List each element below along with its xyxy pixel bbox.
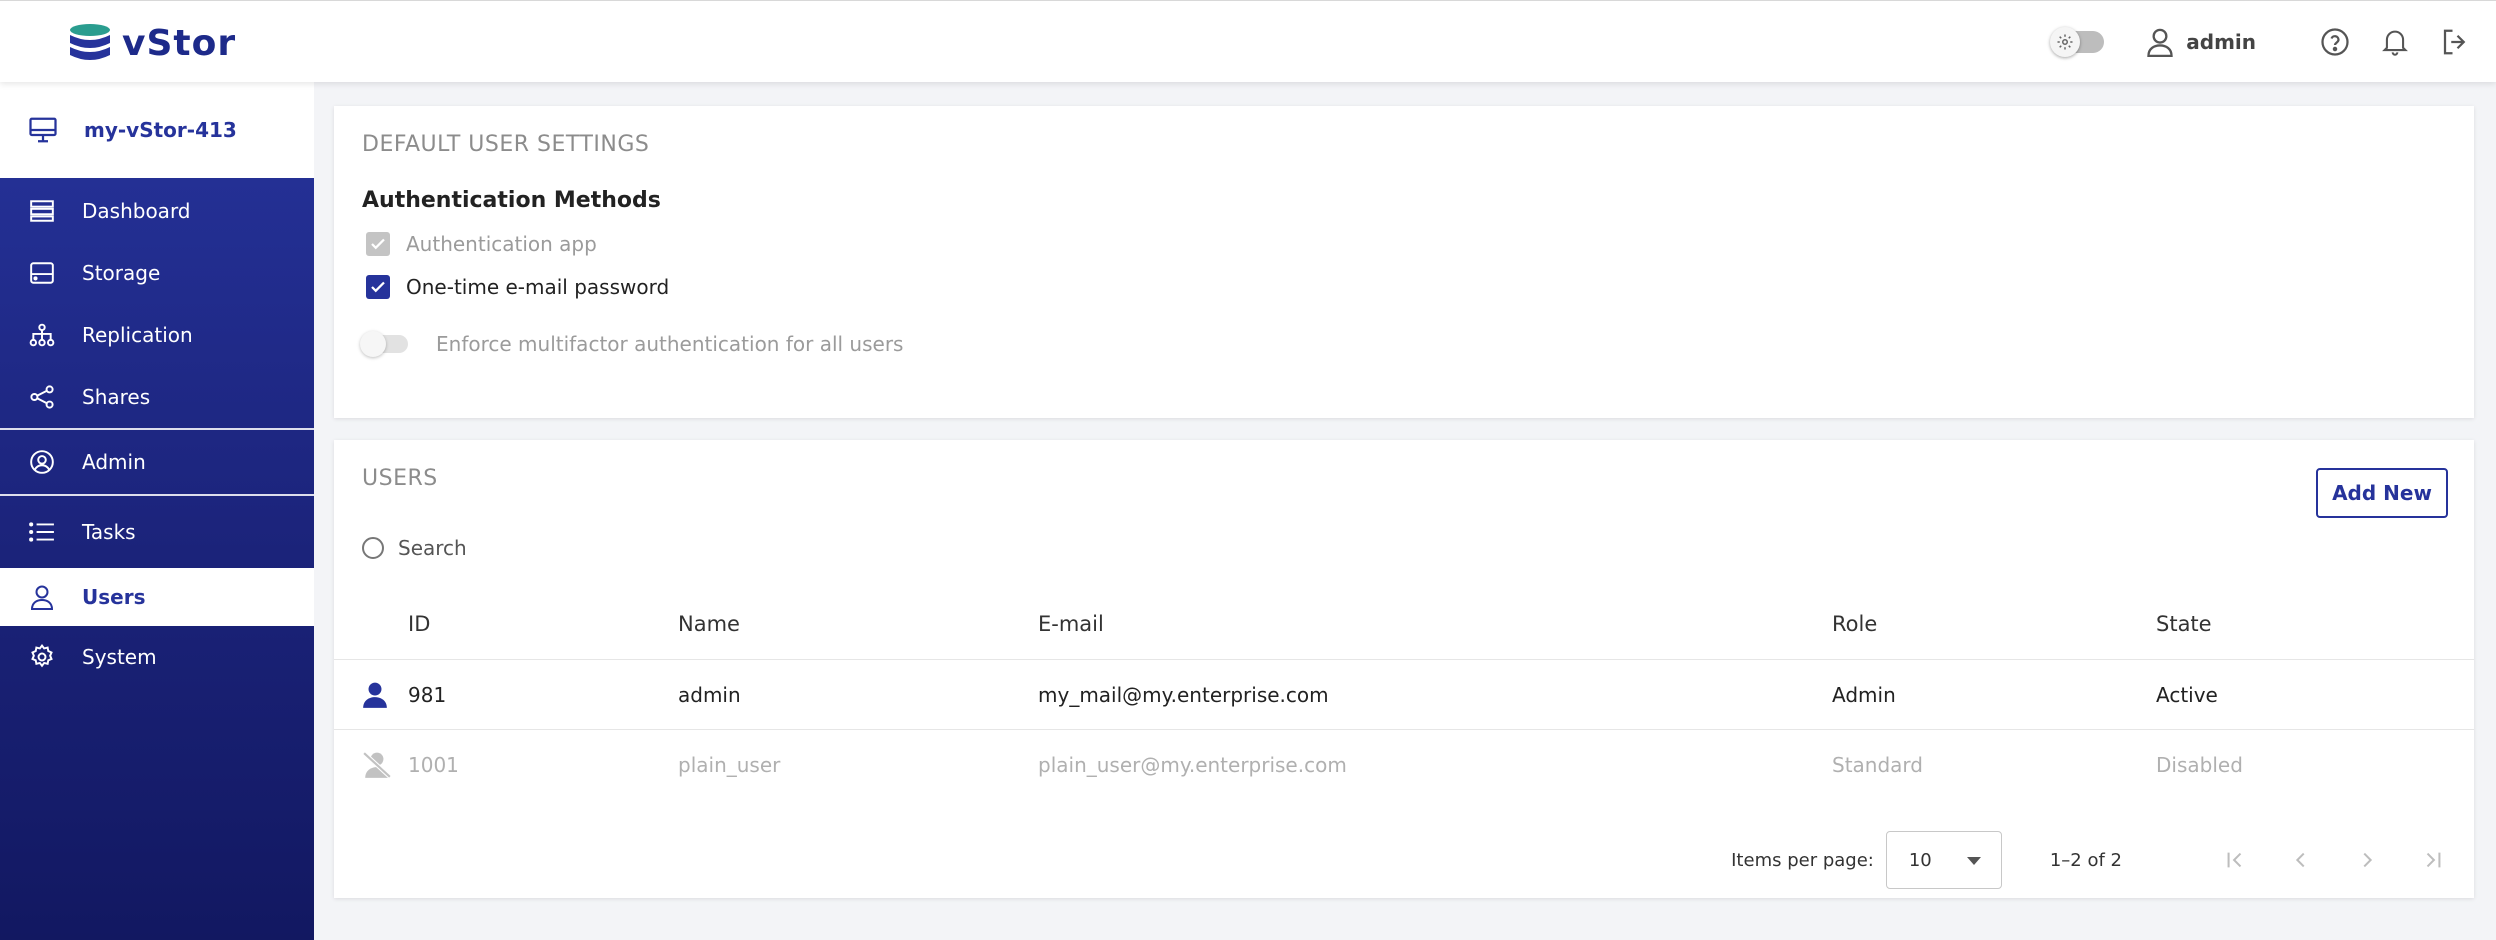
column-header-state[interactable]: State — [2156, 588, 2212, 659]
cell-email: plain_user@my.enterprise.com — [1038, 753, 1347, 777]
enforce-mfa-label: Enforce multifactor authentication for a… — [436, 332, 904, 356]
sidebar-item-storage[interactable]: Storage — [0, 242, 314, 304]
sidebar-item-shares[interactable]: Shares — [0, 366, 314, 428]
last-page-icon — [2426, 852, 2441, 868]
disabled-user-icon — [362, 730, 392, 800]
notifications-button[interactable] — [2378, 25, 2412, 59]
column-header-email[interactable]: E-mail — [1038, 588, 1104, 659]
search-icon — [362, 537, 384, 559]
users-card: USERS Add New Search ID Name E-mail Role… — [334, 440, 2474, 898]
cell-id: 1001 — [408, 753, 459, 777]
auth-app-checkbox — [366, 232, 390, 256]
column-header-id[interactable]: ID — [408, 588, 430, 659]
tasks-icon — [28, 518, 56, 546]
first-page-button[interactable] — [2220, 845, 2250, 875]
logout-button[interactable] — [2438, 25, 2472, 59]
sidebar-item-label: Storage — [82, 261, 161, 285]
cell-state: Disabled — [2156, 753, 2243, 777]
add-new-button[interactable]: Add New — [2316, 468, 2448, 518]
sidebar-item-label: Dashboard — [82, 199, 191, 223]
items-per-page-select[interactable]: 10 — [1885, 831, 2002, 889]
search-field[interactable]: Search — [362, 536, 467, 560]
cell-role: Standard — [1832, 753, 1923, 777]
sidebar-item-label: Admin — [82, 450, 146, 474]
users-title: USERS — [362, 466, 438, 491]
otp-option[interactable]: One-time e-mail password — [366, 275, 669, 299]
items-per-page-label: Items per page: — [1731, 849, 1874, 871]
dashboard-icon — [28, 197, 56, 225]
replication-icon — [28, 321, 56, 349]
storage-icon — [28, 259, 56, 287]
cell-state: Active — [2156, 682, 2218, 707]
chevron-right-icon — [2363, 852, 2373, 868]
column-header-name[interactable]: Name — [678, 588, 740, 659]
sidebar-item-dashboard[interactable]: Dashboard — [0, 180, 314, 242]
logout-icon — [2443, 29, 2466, 55]
sidebar-item-tasks[interactable]: Tasks — [0, 496, 314, 568]
search-placeholder: Search — [398, 536, 467, 560]
check-icon — [371, 238, 385, 250]
last-page-button[interactable] — [2418, 845, 2448, 875]
cell-name: admin — [678, 682, 741, 707]
cell-name: plain_user — [678, 753, 781, 777]
app-logo[interactable]: vStor — [68, 22, 237, 64]
top-header: vStor admin — [0, 0, 2496, 82]
caret-down-icon — [1966, 857, 1981, 865]
otp-label: One-time e-mail password — [406, 275, 670, 299]
help-button[interactable] — [2318, 25, 2352, 59]
paginator: Items per page: 10 1–2 of 2 — [1731, 830, 2448, 890]
sidebar-item-label: Tasks — [82, 520, 136, 544]
user-name: admin — [2186, 30, 2256, 54]
admin-icon — [28, 448, 56, 476]
cell-email: my_mail@my.enterprise.com — [1038, 682, 1329, 707]
monitor-icon — [29, 117, 57, 143]
database-icon — [70, 24, 110, 60]
user-icon — [2147, 28, 2173, 57]
items-per-page-value: 10 — [1908, 849, 1932, 871]
logo-text: vStor — [122, 22, 237, 64]
default-user-settings-card: DEFAULT USER SETTINGS Authentication Met… — [334, 106, 2474, 418]
table-header: ID Name E-mail Role State — [334, 588, 2474, 660]
cell-role: Admin — [1832, 682, 1896, 707]
bell-icon — [2382, 30, 2408, 56]
device-selector[interactable]: my-vStor-413 — [0, 82, 314, 178]
enforce-mfa-toggle — [360, 331, 408, 357]
sidebar-item-label: Shares — [82, 385, 151, 409]
auth-methods-title: Authentication Methods — [362, 188, 661, 213]
users-icon — [28, 583, 56, 611]
otp-checkbox[interactable] — [366, 275, 390, 299]
auth-app-option: Authentication app — [366, 232, 597, 256]
cell-id: 981 — [408, 682, 447, 707]
next-page-button[interactable] — [2352, 845, 2382, 875]
theme-toggle[interactable] — [2050, 27, 2105, 57]
sidebar-item-label: Replication — [82, 323, 193, 347]
user-menu[interactable]: admin — [2146, 27, 2256, 57]
enforce-mfa-option: Enforce multifactor authentication for a… — [360, 331, 904, 357]
active-user-icon — [362, 660, 388, 729]
gear-icon — [28, 643, 56, 671]
check-icon — [371, 281, 385, 293]
sidebar-item-label: Users — [82, 585, 146, 609]
help-icon — [2321, 28, 2349, 56]
table-row[interactable]: 981 admin my_mail@my.enterprise.com Admi… — [334, 660, 2474, 730]
auth-app-label: Authentication app — [406, 232, 597, 256]
sidebar-item-admin[interactable]: Admin — [0, 430, 314, 494]
sidebar-item-label: System — [82, 645, 157, 669]
first-page-icon — [2227, 852, 2242, 868]
chevron-left-icon — [2295, 852, 2305, 868]
column-header-role[interactable]: Role — [1832, 588, 1877, 659]
share-icon — [28, 383, 56, 411]
settings-title: DEFAULT USER SETTINGS — [362, 132, 650, 157]
sidebar-item-users[interactable]: Users — [0, 568, 314, 626]
gear-icon — [2057, 34, 2073, 50]
sidebar-item-replication[interactable]: Replication — [0, 304, 314, 366]
sidebar-item-system[interactable]: System — [0, 626, 314, 688]
page-range: 1–2 of 2 — [2049, 849, 2122, 871]
table-row[interactable]: 1001 plain_user plain_user@my.enterprise… — [334, 730, 2474, 800]
device-name: my-vStor-413 — [84, 118, 237, 142]
previous-page-button[interactable] — [2286, 845, 2316, 875]
users-table: ID Name E-mail Role State 981 admin my_m… — [334, 588, 2474, 800]
sidebar: my-vStor-413 Dashboard Storage Replicati… — [0, 82, 314, 940]
